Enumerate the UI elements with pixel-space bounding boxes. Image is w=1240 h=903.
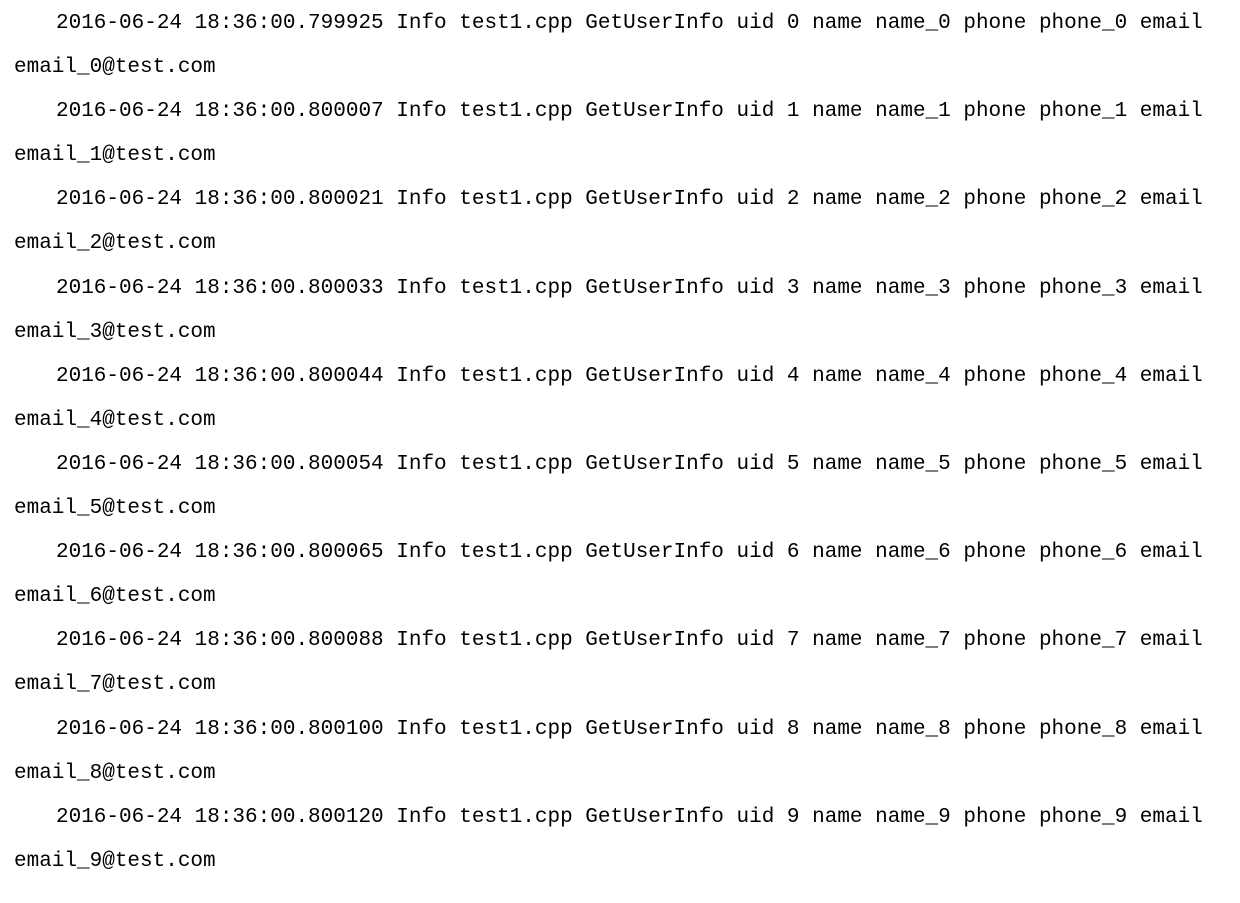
log-line: 2016-06-24 18:36:00.800054 Info test1.cp… [14,443,1226,531]
log-line: 2016-06-24 18:36:00.800007 Info test1.cp… [14,90,1226,178]
log-line: 2016-06-24 18:36:00.800120 Info test1.cp… [14,796,1226,884]
log-output: 2016-06-24 18:36:00.799925 Info test1.cp… [14,2,1226,884]
log-line: 2016-06-24 18:36:00.799925 Info test1.cp… [14,2,1226,90]
log-line: 2016-06-24 18:36:00.800065 Info test1.cp… [14,531,1226,619]
log-line: 2016-06-24 18:36:00.800100 Info test1.cp… [14,708,1226,796]
log-line: 2016-06-24 18:36:00.800033 Info test1.cp… [14,267,1226,355]
log-line: 2016-06-24 18:36:00.800021 Info test1.cp… [14,178,1226,266]
log-line: 2016-06-24 18:36:00.800088 Info test1.cp… [14,619,1226,707]
log-line: 2016-06-24 18:36:00.800044 Info test1.cp… [14,355,1226,443]
